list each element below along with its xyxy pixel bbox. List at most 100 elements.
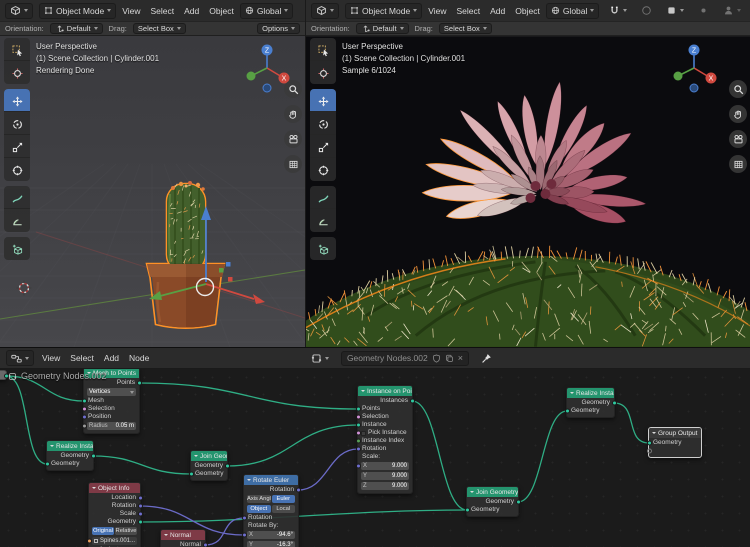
zoom-button[interactable] <box>284 80 302 98</box>
socket-mesh-in[interactable] <box>82 399 87 404</box>
node-header-normal[interactable]: Normal <box>161 530 205 540</box>
orientation-default-select[interactable]: Default <box>50 23 103 34</box>
mode-select[interactable]: Object Mode <box>345 3 422 19</box>
node-realize-instances-r[interactable]: Realize InstancesGeometryGeometry <box>566 387 615 418</box>
tool-tweak-button[interactable] <box>310 38 336 61</box>
duplicate-data-icon[interactable] <box>445 354 454 363</box>
socket-geometry-in[interactable] <box>647 441 652 446</box>
pan-button[interactable] <box>284 105 302 123</box>
collapse-icon[interactable] <box>92 487 96 489</box>
editor-type-button[interactable] <box>311 3 339 19</box>
socket-rotation-out[interactable] <box>138 504 143 509</box>
socket-normal-out[interactable] <box>203 543 208 547</box>
collapse-icon[interactable] <box>470 491 474 493</box>
socket-rotation-in[interactable] <box>242 516 247 521</box>
menu-object[interactable]: Object <box>209 6 234 16</box>
tool-move-button[interactable] <box>4 89 30 112</box>
object-field[interactable]: Spines.001...× <box>91 536 138 546</box>
node-header-rotate-euler[interactable]: Rotate Euler <box>244 475 298 485</box>
node-join-geometry-s[interactable]: Join Geome...GeometryGeometry <box>190 450 228 481</box>
socket-geometry-in[interactable] <box>465 508 470 513</box>
socket-geometry-out[interactable] <box>138 520 143 525</box>
button-relative[interactable]: Relative <box>115 527 137 535</box>
socket-radius-in[interactable] <box>82 424 87 429</box>
socket-geometry-in[interactable] <box>565 409 570 414</box>
node-normal[interactable]: NormalNormal <box>160 529 206 547</box>
tool-add-cube-button[interactable] <box>4 237 30 260</box>
button-original[interactable]: Original <box>92 527 114 535</box>
dropdown-vertices[interactable]: Vertices <box>86 387 137 397</box>
field-radius[interactable]: Radius0.05 m <box>86 421 137 431</box>
drag-select[interactable]: Select Box <box>439 23 492 34</box>
tool-cursor-button[interactable] <box>4 61 30 84</box>
socket-geometry-in[interactable] <box>45 462 50 467</box>
node-object-info[interactable]: Object InfoLocationRotationScaleGeometry… <box>88 482 141 547</box>
node-header-object-info[interactable]: Object Info <box>89 483 140 493</box>
node-header-join-geometry[interactable]: Join Geometry <box>467 487 518 497</box>
drag-select[interactable]: Select Box <box>133 23 186 34</box>
pivot-point-button[interactable] <box>694 3 713 19</box>
socket-selection-in[interactable] <box>82 407 87 412</box>
collapse-icon[interactable] <box>194 455 198 457</box>
tool-move-button[interactable] <box>310 89 336 112</box>
navigation-gizmo[interactable]: Z X <box>666 40 722 96</box>
socket-points-in[interactable] <box>356 407 361 412</box>
collapse-icon[interactable] <box>50 445 54 447</box>
menu-view[interactable]: View <box>428 6 446 16</box>
button-euler[interactable]: Euler <box>272 495 296 503</box>
button-local[interactable]: Local <box>272 505 296 513</box>
menu-object[interactable]: Object <box>515 6 540 16</box>
editor-type-button[interactable] <box>5 3 33 19</box>
menu-view[interactable]: View <box>122 6 140 16</box>
tool-cursor-button[interactable] <box>310 61 336 84</box>
menu-view[interactable]: View <box>42 353 60 363</box>
value-x[interactable]: X-94.6° <box>246 530 296 540</box>
value-y[interactable]: Y9.000 <box>360 471 410 481</box>
socket-points-out[interactable] <box>137 381 142 386</box>
toggle-ortho-button[interactable] <box>729 155 747 173</box>
tool-rotate-button[interactable] <box>4 112 30 135</box>
shading-solid-button[interactable] <box>662 3 688 19</box>
unlink-icon[interactable]: × <box>458 354 463 363</box>
menu-select[interactable]: Select <box>456 6 480 16</box>
menu-add[interactable]: Add <box>104 353 119 363</box>
mode-transfer-button[interactable] <box>719 3 745 19</box>
pan-button[interactable] <box>729 105 747 123</box>
value-z[interactable]: Z9.000 <box>360 481 410 491</box>
options-button[interactable]: Options <box>257 23 300 34</box>
socket-instance-in[interactable] <box>356 423 361 428</box>
socket-rotation-out[interactable] <box>296 488 301 493</box>
menu-add[interactable]: Add <box>184 6 199 16</box>
node-join-geometry[interactable]: Join GeometryGeometryGeometry <box>466 486 519 517</box>
collapse-icon[interactable] <box>164 534 168 536</box>
viewport-right-3d-region[interactable]: User Perspective (1) Scene Collection | … <box>306 36 750 347</box>
socket-object-in[interactable] <box>87 539 92 544</box>
toggle-ortho-button[interactable] <box>284 155 302 173</box>
tool-add-cube-button[interactable] <box>310 237 336 260</box>
socket-geometry-out[interactable] <box>516 500 521 505</box>
socket-rotation-in[interactable] <box>356 447 361 452</box>
socket-location-out[interactable] <box>138 496 143 501</box>
button-axis-angle[interactable]: Axis Angle <box>247 495 271 503</box>
node-tree-name-field[interactable]: Geometry Nodes.002 × <box>341 351 469 366</box>
node-tree-type-button[interactable] <box>307 350 333 366</box>
socket-geometry-out[interactable] <box>225 464 230 469</box>
node-header-realize-instances-l[interactable]: Realize Instances <box>47 441 93 451</box>
menu-node[interactable]: Node <box>129 353 149 363</box>
pin-button[interactable] <box>477 350 496 366</box>
tool-annotate-button[interactable] <box>310 186 336 209</box>
socket-position-in[interactable] <box>82 415 87 420</box>
socket-x-in[interactable] <box>242 533 247 538</box>
node-group-output[interactable]: Group OutputGeometry <box>648 427 702 458</box>
value-y[interactable]: Y-16.3° <box>246 540 296 547</box>
value-x[interactable]: X9.000 <box>360 461 410 471</box>
socket-instance-index-in[interactable] <box>356 439 361 444</box>
node-instance-on-points[interactable]: Instance on PointsInstancesPointsSelecti… <box>357 385 413 494</box>
menu-select[interactable]: Select <box>70 353 94 363</box>
button-object[interactable]: Object <box>247 505 271 513</box>
zoom-button[interactable] <box>729 80 747 98</box>
node-header-realize-instances-r[interactable]: Realize Instances <box>567 388 614 398</box>
orientation-default-select[interactable]: Default <box>356 23 409 34</box>
checkbox-icon[interactable] <box>361 431 366 436</box>
transform-orientation-select[interactable]: Global <box>546 3 600 19</box>
